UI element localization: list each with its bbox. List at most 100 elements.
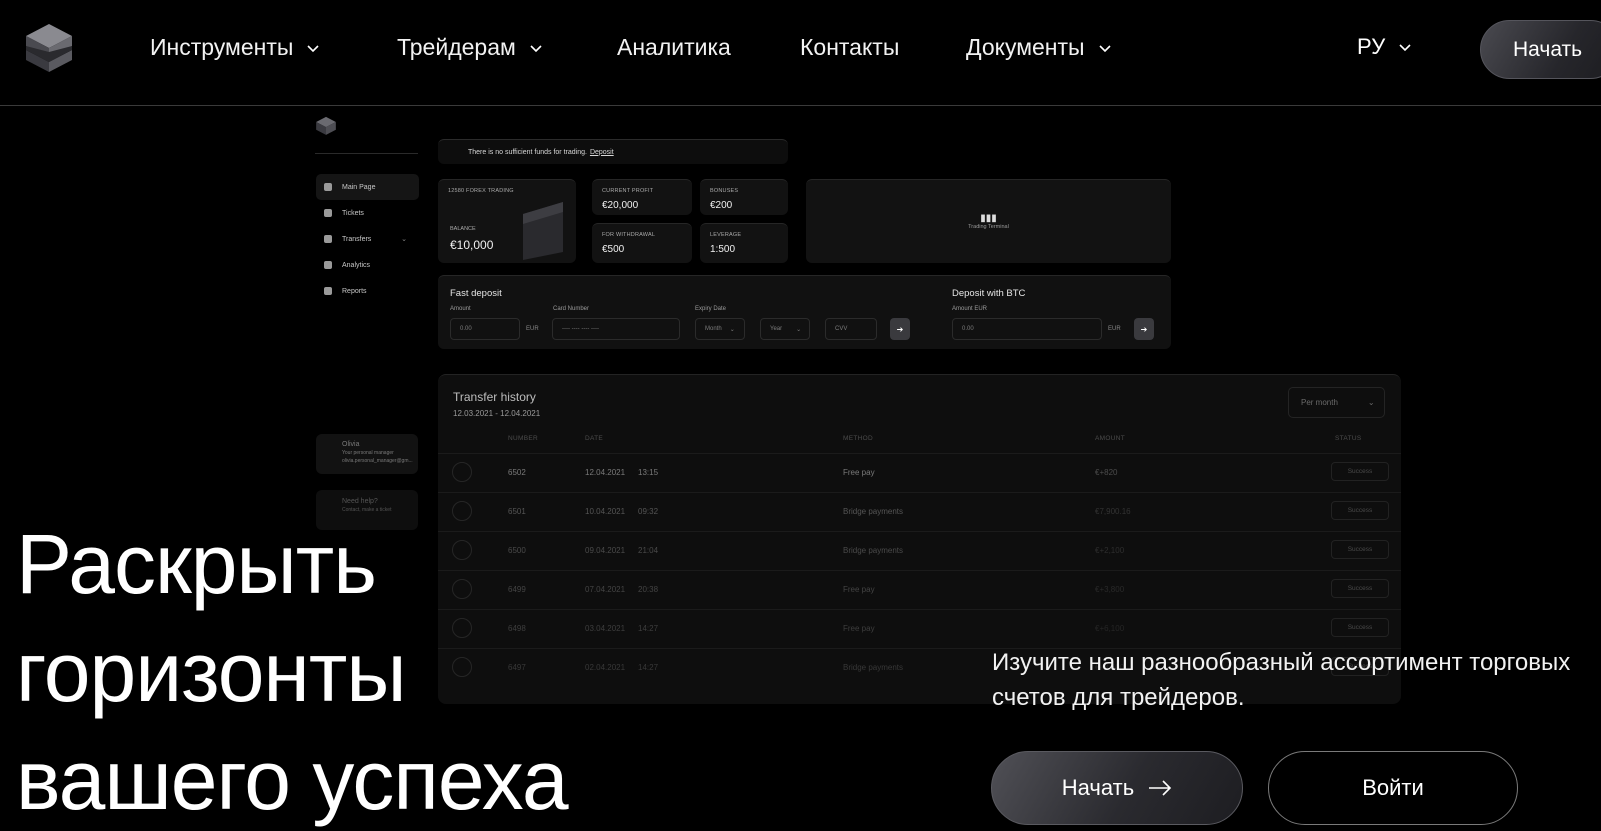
funds-warning-banner: There is no sufficient funds for trading… xyxy=(438,139,788,164)
nav-traders[interactable]: Трейдерам xyxy=(397,34,542,61)
table-row[interactable]: 6498 03.04.2021 14:27 Free pay €+6,100 S… xyxy=(438,609,1401,648)
withdrawal-label: FOR WITHDRAWAL xyxy=(602,232,656,238)
row-amount: €+3,800 xyxy=(1095,585,1125,594)
btc-deposit-submit-button[interactable]: ➔ xyxy=(1134,318,1154,340)
chevron-down-icon xyxy=(530,44,542,52)
status-badge: Success xyxy=(1331,462,1389,481)
dashboard-sidebar: Main Page Tickets Transfers ⌄ Analytics … xyxy=(316,174,419,304)
sidebar-item-label: Tickets xyxy=(342,209,364,217)
arrow-right-icon: ➔ xyxy=(1140,324,1148,334)
nav-contacts[interactable]: Контакты xyxy=(800,34,899,61)
sidebar-item-tickets[interactable]: Tickets xyxy=(316,200,419,226)
row-date: 12.04.2021 xyxy=(585,468,626,477)
row-amount: €+820 xyxy=(1095,468,1118,477)
fast-deposit-title: Fast deposit xyxy=(450,288,502,299)
table-row[interactable]: 6500 09.04.2021 21:04 Bridge payments €+… xyxy=(438,531,1401,570)
chevron-down-icon xyxy=(1399,44,1411,52)
personal-manager-card[interactable]: Olivia Your personal manager olivia.pers… xyxy=(316,434,418,474)
hero-heading: Раскрыть горизонты вашего успеха xyxy=(16,510,569,831)
candles-icon: ▮▮▮ xyxy=(980,213,997,224)
chevron-down-icon: ⌄ xyxy=(796,326,802,333)
fast-deposit-submit-button[interactable]: ➔ xyxy=(890,318,910,340)
withdrawal-card: FOR WITHDRAWAL €500 xyxy=(592,223,692,263)
amount-input[interactable]: 0.00 xyxy=(450,318,520,340)
current-profit-label: CURRENT PROFIT xyxy=(602,188,654,194)
arrow-right-icon: ➔ xyxy=(896,324,904,334)
month-select[interactable]: Month ⌄ xyxy=(695,318,745,340)
status-badge: Success xyxy=(1331,540,1389,559)
trading-terminal-card[interactable]: ▮▮▮ Trading Terminal xyxy=(806,179,1171,263)
nav-documents[interactable]: Документы xyxy=(966,34,1111,61)
row-method: Bridge payments xyxy=(843,546,904,555)
sidebar-item-transfers[interactable]: Transfers ⌄ xyxy=(316,226,419,252)
arrow-right-icon xyxy=(1149,780,1172,796)
sidebar-item-main-page[interactable]: Main Page xyxy=(316,174,419,200)
row-amount: €+2,100 xyxy=(1095,546,1125,555)
leverage-card: LEVERAGE 1:500 xyxy=(700,223,788,263)
banner-text: There is no sufficient funds for trading… xyxy=(468,148,587,156)
status-badge: Success xyxy=(1331,501,1389,520)
dashboard-logo-icon xyxy=(316,116,336,135)
banner-deposit-link[interactable]: Deposit xyxy=(590,149,614,156)
table-row[interactable]: 6499 07.04.2021 20:38 Free pay €+3,800 S… xyxy=(438,570,1401,609)
column-header-amount: AMOUNT xyxy=(1095,435,1125,442)
row-amount: €+6,100 xyxy=(1095,624,1125,633)
expiry-label: Expiry Date xyxy=(695,306,727,312)
sidebar-item-label: Reports xyxy=(342,287,367,295)
row-date: 03.04.2021 xyxy=(585,624,626,633)
sidebar-item-reports[interactable]: Reports xyxy=(316,278,419,304)
btc-currency-label: EUR xyxy=(1108,326,1121,332)
period-value: Per month xyxy=(1301,398,1338,407)
period-select[interactable]: Per month ⌄ xyxy=(1288,387,1385,418)
status-badge: Success xyxy=(1331,618,1389,637)
status-badge: Success xyxy=(1331,579,1389,598)
row-time: 21:04 xyxy=(638,546,659,555)
hero-login-button[interactable]: Войти xyxy=(1268,751,1518,825)
sidebar-item-label: Main Page xyxy=(342,183,376,191)
current-profit-card: CURRENT PROFIT €20,000 xyxy=(592,179,692,215)
column-header-number: NUMBER xyxy=(508,435,538,442)
chevron-down-icon: ⌄ xyxy=(729,326,735,333)
column-header-method: METHOD xyxy=(843,435,873,442)
top-nav: Инструменты Трейдерам Аналитика Контакты… xyxy=(0,0,1601,106)
chevron-down-icon: ⌄ xyxy=(401,236,407,243)
nav-instruments[interactable]: Инструменты xyxy=(150,34,319,61)
reports-icon xyxy=(324,287,332,295)
logo-icon[interactable] xyxy=(24,22,74,78)
expand-icon[interactable] xyxy=(452,462,472,482)
row-method: Bridge payments xyxy=(843,663,904,672)
month-value: Month xyxy=(705,326,722,332)
deposit-panel: Fast deposit Amount 0.00 EUR Card Number… xyxy=(438,275,1171,349)
sidebar-item-label: Analytics xyxy=(342,261,371,269)
amount-label: Amount xyxy=(450,306,471,312)
nav-analytics[interactable]: Аналитика xyxy=(617,34,731,61)
row-time: 13:15 xyxy=(638,468,659,477)
row-number: 6502 xyxy=(508,468,526,477)
currency-label: EUR xyxy=(526,326,539,332)
language-label: РУ xyxy=(1357,34,1386,59)
row-time: 20:38 xyxy=(638,585,659,594)
sidebar-item-analytics[interactable]: Analytics xyxy=(316,252,419,278)
btc-amount-input[interactable]: 0.00 xyxy=(952,318,1102,340)
card-number-input[interactable]: ---- ---- ---- ---- xyxy=(552,318,680,340)
nav-documents-label: Документы xyxy=(966,34,1085,60)
chevron-down-icon xyxy=(1098,44,1111,52)
chevron-down-icon xyxy=(307,44,319,52)
table-row[interactable]: 6502 12.04.2021 13:15 Free pay €+820 Suc… xyxy=(438,453,1401,492)
year-select[interactable]: Year ⌄ xyxy=(760,318,810,340)
account-name: 12580 FOREX TRADING xyxy=(448,188,514,194)
help-title: Need help? xyxy=(342,498,378,505)
row-method: Free pay xyxy=(843,624,875,633)
language-selector[interactable]: РУ xyxy=(1357,34,1411,60)
balance-card: 12580 FOREX TRADING BALANCE €10,000 xyxy=(438,179,576,263)
transfer-history-range: 12.03.2021 - 12.04.2021 xyxy=(453,409,541,418)
nav-start-button[interactable]: Начать xyxy=(1480,20,1601,79)
hero-login-label: Войти xyxy=(1362,775,1424,800)
hero-start-button[interactable]: Начать xyxy=(991,751,1243,825)
cvv-input[interactable]: CVV xyxy=(825,318,877,340)
hero-line-1: Раскрыть xyxy=(16,517,377,611)
btc-deposit-title: Deposit with BTC xyxy=(952,288,1026,299)
table-row[interactable]: 6501 10.04.2021 09:32 Bridge payments €7… xyxy=(438,492,1401,531)
stack-logo-icon xyxy=(523,202,563,260)
bonuses-label: BONUSES xyxy=(710,188,739,194)
